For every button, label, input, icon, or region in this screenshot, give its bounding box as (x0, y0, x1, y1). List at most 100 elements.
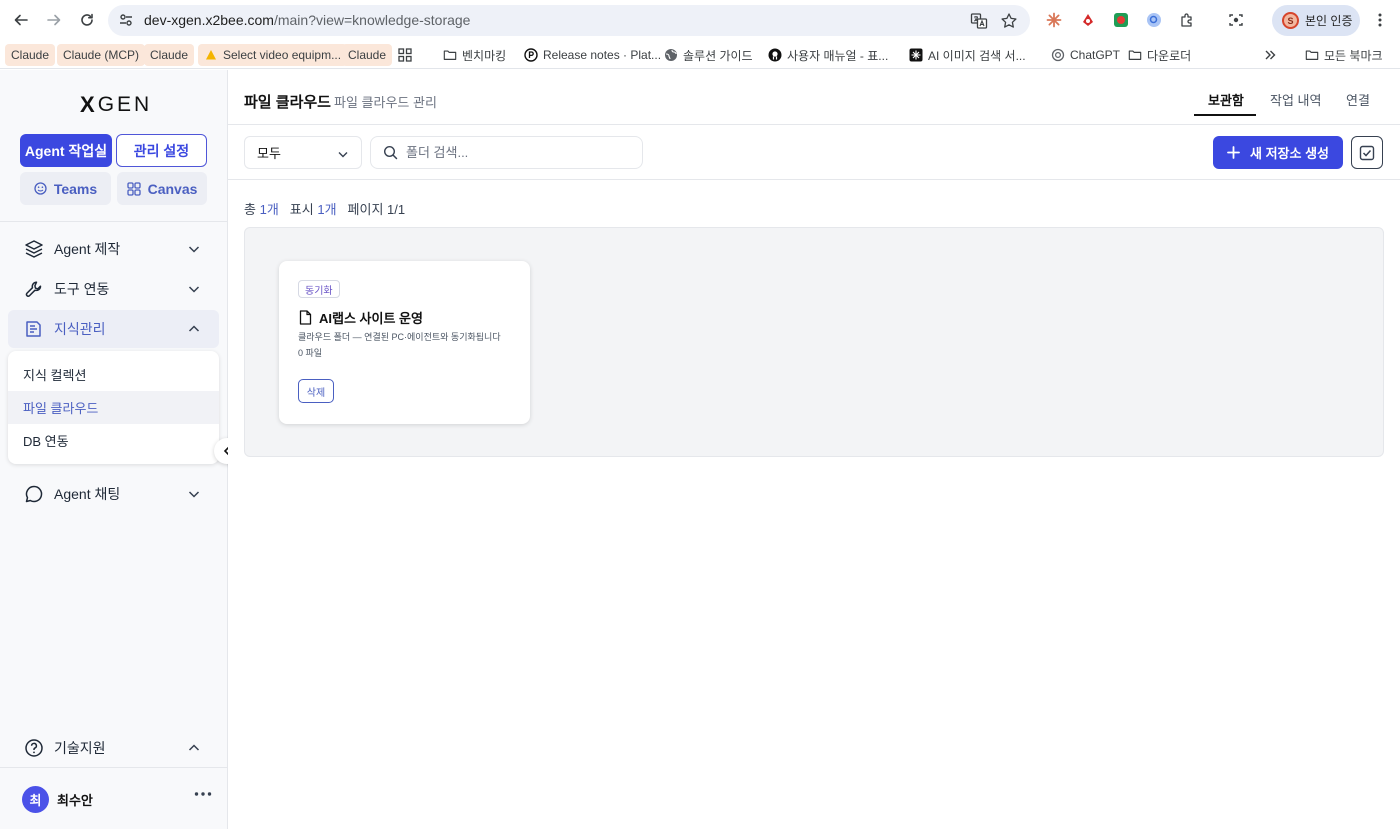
back-icon[interactable] (8, 7, 34, 33)
smile-icon (34, 182, 47, 195)
tab-storage[interactable]: 보관함 (1208, 90, 1244, 109)
star-bookmark-icon[interactable] (1000, 12, 1018, 30)
github-icon (768, 48, 782, 62)
chevron-up-icon (187, 322, 201, 336)
bookmark-benchmarking[interactable]: 벤치마킹 (443, 44, 506, 66)
extensions-puzzle-icon[interactable] (1178, 11, 1196, 29)
address-bar[interactable]: dev-xgen.x2bee.com/main?view=knowledge-s… (108, 5, 1030, 36)
tab-connection[interactable]: 연결 (1346, 90, 1370, 109)
delete-button[interactable]: 삭제 (298, 379, 334, 403)
file-icon (299, 310, 312, 325)
card-description: 클라우드 폴더 — 연결된 PC·에이전트와 동기화됩니다 (298, 332, 501, 342)
folder-icon (443, 48, 457, 62)
red-extension-icon[interactable] (1079, 11, 1097, 29)
p-logo-icon (524, 48, 538, 62)
submenu-item-file-cloud[interactable]: 파일 클라우드 (8, 391, 219, 424)
main-content: 파일 클라우드 파일 클라우드 관리 보관함 작업 내역 연결 모두 새 저장소… (228, 70, 1400, 829)
bookmark-claude-3[interactable]: Claude (342, 44, 393, 66)
tab-job-history[interactable]: 작업 내역 (1270, 90, 1321, 109)
agent-workspace-button[interactable]: Agent 작업실 (20, 134, 112, 167)
bookmark-all-bookmarks[interactable]: 모든 북마크 (1305, 44, 1383, 66)
wrench-icon (24, 279, 44, 299)
chevron-down-icon (337, 148, 349, 160)
folder-search[interactable] (370, 136, 643, 169)
knowledge-submenu: 지식 컬렉션 파일 클라우드 DB 연동 (8, 351, 219, 464)
help-circle-icon (24, 738, 44, 758)
stat-total: 총 1개 (244, 202, 279, 217)
bookmark-downloader[interactable]: 다운로더 (1128, 44, 1191, 66)
apps-grid-icon[interactable] (398, 44, 412, 66)
bookmark-user-manual[interactable]: 사용자 매뉴얼 - 표... (768, 44, 888, 66)
xgen-logo[interactable]: X GEN (80, 92, 152, 118)
search-input[interactable] (406, 145, 626, 160)
layers-icon (24, 239, 44, 259)
bookmark-claude[interactable]: Claude (5, 44, 56, 66)
bookmark-video-equipment[interactable]: Select video equipm... (198, 44, 348, 66)
bookmarks-bar: Claude Claude (MCP) Claude Select video … (0, 40, 1400, 102)
teams-button[interactable]: Teams (20, 172, 111, 205)
more-bookmarks-chevron-icon[interactable] (1263, 44, 1277, 66)
chatgpt-icon (1051, 48, 1065, 62)
search-icon (383, 145, 398, 160)
sidebar: X GEN Agent 작업실 관리 설정 Teams Canvas Agent … (0, 70, 240, 829)
checkbox-icon (1359, 145, 1375, 161)
avatar: 최 (22, 785, 49, 813)
admin-settings-button[interactable]: 관리 설정 (116, 134, 207, 167)
active-tab-indicator (1194, 114, 1256, 116)
sidebar-item-tool-integration[interactable]: 도구 연동 (8, 270, 219, 308)
forward-icon[interactable] (41, 7, 67, 33)
page-header: 파일 클라우드 파일 클라우드 관리 보관함 작업 내역 연결 (228, 70, 1400, 125)
more-options-icon[interactable] (194, 791, 212, 797)
folder-icon (1305, 48, 1319, 62)
bookmark-claude-2[interactable]: Claude (144, 44, 195, 66)
card-file-count: 0 파일 (298, 348, 323, 358)
claude-extension-icon[interactable] (1045, 11, 1063, 29)
sidebar-item-agent-chat[interactable]: Agent 채팅 (8, 475, 219, 513)
chevron-down-icon (187, 487, 201, 501)
bookmark-ai-image-search[interactable]: AI 이미지 검색 서... (909, 44, 1026, 66)
profile-label: 본인 인증 (1305, 14, 1353, 28)
storage-grid: 동기화 AI랩스 사이트 운영 클라우드 폴더 — 연결된 PC·에이전트와 동… (244, 227, 1384, 457)
search-extension-icon[interactable] (1145, 11, 1163, 29)
translate-icon[interactable] (970, 12, 988, 30)
browser-menu-icon[interactable] (1371, 11, 1389, 29)
stat-page: 페이지 1/1 (347, 202, 406, 217)
card-title: AI랩스 사이트 운영 (299, 308, 423, 327)
storage-card[interactable]: 동기화 AI랩스 사이트 운영 클라우드 폴더 — 연결된 PC·에이전트와 동… (279, 261, 530, 424)
user-profile[interactable]: 최 최수안 (22, 785, 212, 813)
warning-icon (204, 48, 218, 62)
filter-select[interactable]: 모두 (244, 136, 362, 169)
profile-button[interactable]: S 본인 인증 (1272, 5, 1360, 36)
select-mode-button[interactable] (1351, 136, 1383, 169)
bookmark-solution-guide[interactable]: 솔루션 가이드 (664, 44, 753, 66)
page-title: 파일 클라우드 (244, 94, 331, 111)
reload-icon[interactable] (74, 7, 100, 33)
chevron-down-icon (187, 282, 201, 296)
create-storage-button[interactable]: 새 저장소 생성 (1213, 136, 1343, 169)
bookmark-chatgpt[interactable]: ChatGPT (1051, 44, 1120, 66)
sidebar-item-knowledge[interactable]: 지식관리 (8, 310, 219, 348)
sidebar-item-agent-build[interactable]: Agent 제작 (8, 230, 219, 268)
site-info-icon[interactable] (118, 12, 134, 28)
filter-toolbar: 모두 새 저장소 생성 (228, 125, 1400, 180)
user-name: 최수안 (57, 792, 93, 808)
sidebar-divider (0, 767, 227, 768)
bookmark-release-notes[interactable]: Release notes · Plat... (524, 44, 661, 66)
green-extension-icon[interactable] (1112, 11, 1130, 29)
page-subtitle: 파일 클라우드 관리 (334, 95, 437, 110)
folder-icon (1128, 48, 1142, 62)
browser-toolbar: dev-xgen.x2bee.com/main?view=knowledge-s… (0, 0, 1400, 40)
grid-icon (126, 181, 141, 196)
sidebar-divider (0, 221, 227, 222)
screen-capture-icon[interactable] (1227, 11, 1245, 29)
sync-badge: 동기화 (298, 280, 340, 298)
bookmark-claude-mcp[interactable]: Claude (MCP) (57, 44, 146, 66)
globe-icon (664, 48, 678, 62)
chevron-down-icon (187, 242, 201, 256)
submenu-item-db-integration[interactable]: DB 연동 (8, 424, 219, 457)
plus-icon (1227, 146, 1240, 159)
sidebar-item-support[interactable]: 기술지원 (8, 729, 219, 767)
result-stats: 총 1개 표시 1개 페이지 1/1 (244, 199, 405, 218)
submenu-item-knowledge-collection[interactable]: 지식 컬렉션 (8, 358, 219, 391)
canvas-button[interactable]: Canvas (117, 172, 207, 205)
